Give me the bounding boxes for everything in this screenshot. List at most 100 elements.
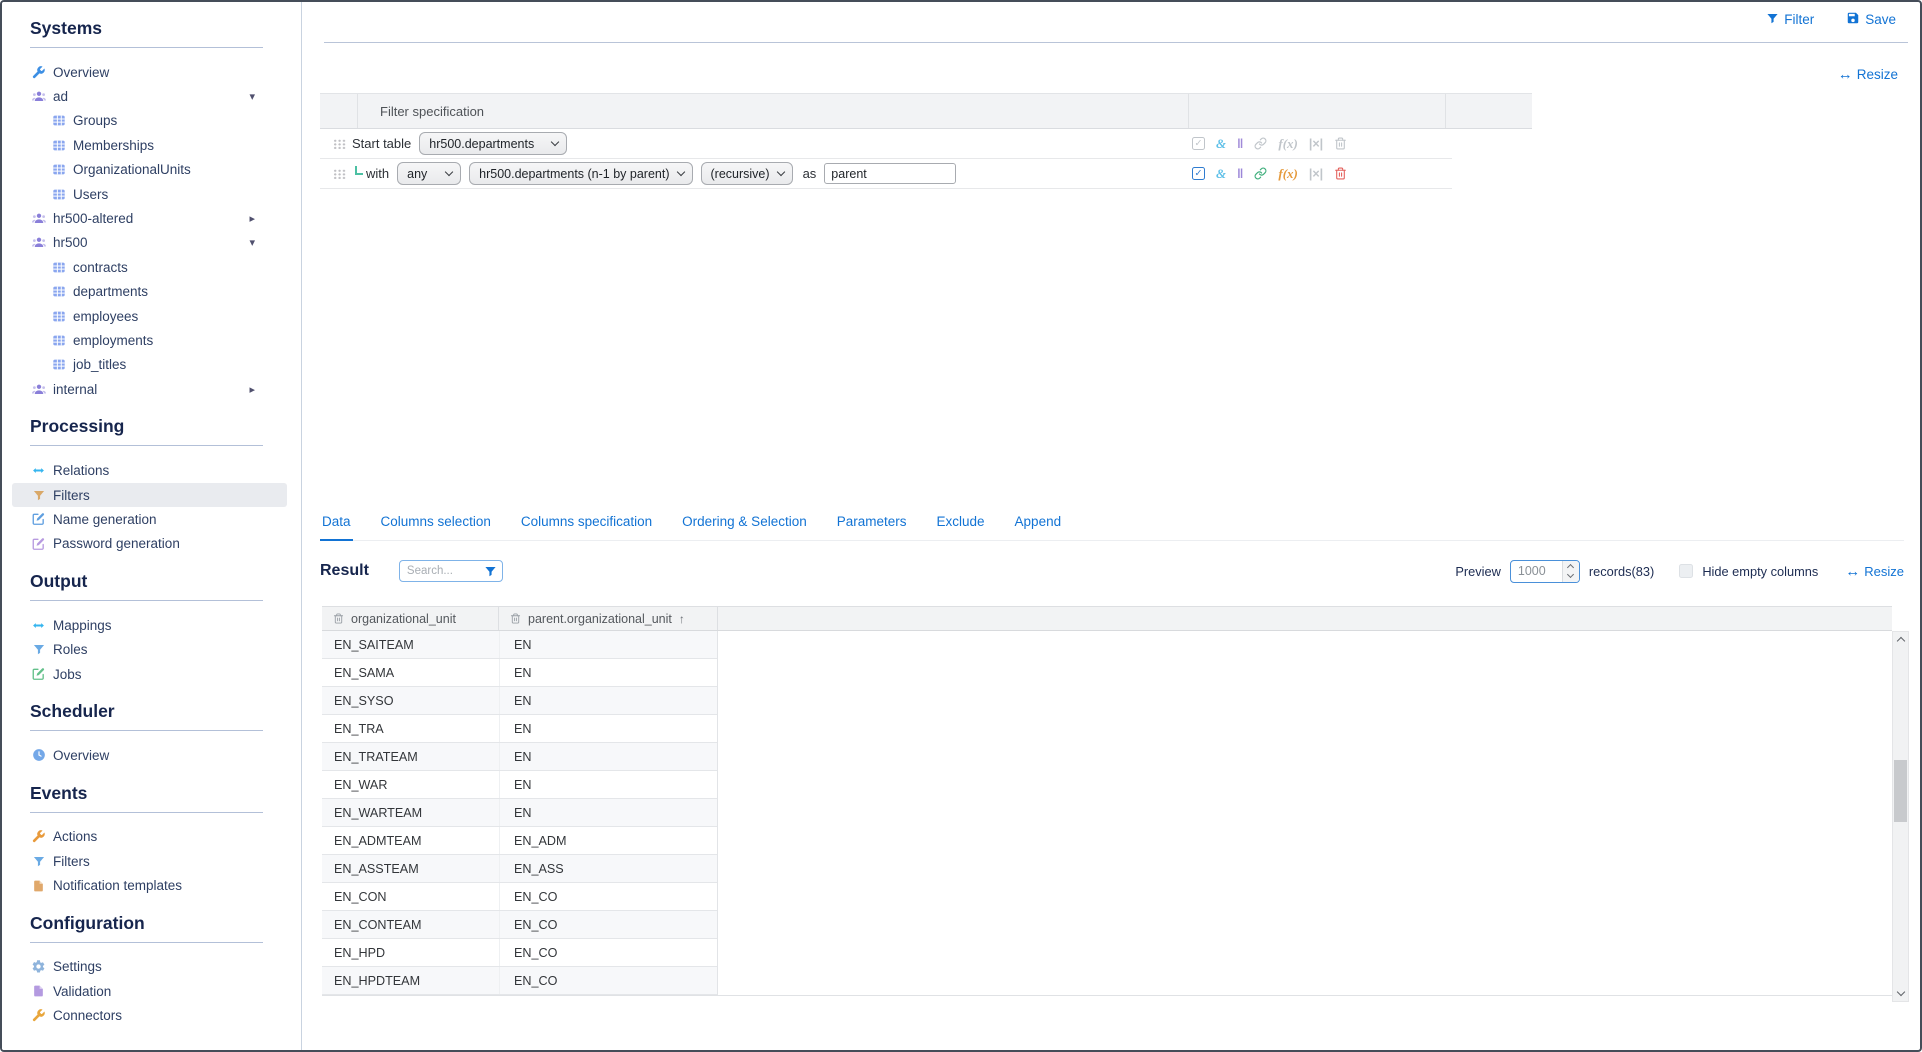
quantifier-select[interactable]: any xyxy=(397,162,461,185)
tab-append[interactable]: Append xyxy=(1013,514,1064,540)
filter-button[interactable]: Filter xyxy=(1766,11,1814,28)
table-row[interactable]: EN_SAITEAMEN xyxy=(322,631,717,659)
sidebar-item-password-generation[interactable]: Password generation xyxy=(2,532,301,556)
sidebar-item-users[interactable]: Users xyxy=(2,182,301,206)
cell-parent-organizational-unit: EN_CO xyxy=(499,883,717,910)
spinner-buttons[interactable] xyxy=(1562,561,1579,582)
spinner-down-icon[interactable] xyxy=(1567,571,1574,578)
sidebar-item-ad[interactable]: ad▾ xyxy=(2,84,301,108)
and-icon[interactable]: & xyxy=(1216,166,1226,182)
parallel-icon[interactable]: ‖ xyxy=(1237,167,1243,181)
alias-input[interactable] xyxy=(824,163,956,184)
table-row[interactable]: EN_TRAEN xyxy=(322,715,717,743)
sidebar-item-connectors[interactable]: Connectors xyxy=(2,1004,301,1028)
caret-right-icon[interactable]: ▸ xyxy=(249,212,255,225)
caret-down-icon[interactable]: ▾ xyxy=(249,90,255,103)
preview-count-field[interactable] xyxy=(1511,564,1553,578)
caret-down-icon[interactable]: ▾ xyxy=(249,236,255,249)
cell-organizational-unit: EN_WAR xyxy=(322,778,499,792)
delete-icon[interactable] xyxy=(1334,137,1347,150)
column-header-parent-organizational-unit[interactable]: parent.organizational_unit↑ xyxy=(499,607,718,630)
delete-column-icon[interactable] xyxy=(510,613,521,624)
table-row[interactable]: EN_CONTEAMEN_CO xyxy=(322,911,717,939)
sidebar-item-notification-templates[interactable]: Notification templates xyxy=(2,873,301,897)
tab-columns-selection[interactable]: Columns selection xyxy=(379,514,493,540)
table-row[interactable]: EN_SAMAEN xyxy=(322,659,717,687)
enabled-checkbox[interactable]: ✓ xyxy=(1192,167,1205,180)
filter-spec-header-label: Filter specification xyxy=(358,94,1188,128)
tab-data[interactable]: Data xyxy=(320,514,353,541)
cell-organizational-unit: EN_SYSO xyxy=(322,694,499,708)
tab-exclude[interactable]: Exclude xyxy=(935,514,987,540)
parallel-icon[interactable]: ‖ xyxy=(1237,137,1243,151)
tab-columns-specification[interactable]: Columns specification xyxy=(519,514,654,540)
funnel-icon xyxy=(30,853,47,870)
save-button[interactable]: Save xyxy=(1846,11,1896,28)
tab-ordering-selection[interactable]: Ordering & Selection xyxy=(680,514,809,540)
sidebar-item-mappings[interactable]: Mappings xyxy=(2,613,301,637)
sidebar-item-hr500-altered[interactable]: hr500-altered▸ xyxy=(2,206,301,230)
table-row[interactable]: EN_HPDTEAMEN_CO xyxy=(322,967,717,995)
mode-select[interactable]: (recursive) xyxy=(701,162,793,185)
cell-parent-organizational-unit: EN xyxy=(499,659,717,686)
sidebar-item-contracts[interactable]: contracts xyxy=(2,255,301,279)
table-row[interactable]: EN_WARTEAMEN xyxy=(322,799,717,827)
resize-button-result[interactable]: ↔ Resize xyxy=(1845,563,1904,580)
exclude-icon[interactable]: |×| xyxy=(1309,167,1323,181)
sidebar-item-employments[interactable]: employments xyxy=(2,328,301,352)
function-icon[interactable]: f(x) xyxy=(1278,136,1298,152)
table-row[interactable]: EN_ASSTEAMEN_ASS xyxy=(322,855,717,883)
table-row[interactable]: EN_HPDEN_CO xyxy=(322,939,717,967)
sidebar-item-jobs[interactable]: Jobs xyxy=(2,662,301,686)
table-row[interactable]: EN_ADMTEAMEN_ADM xyxy=(322,827,717,855)
sidebar-item-job-titles[interactable]: job_titles xyxy=(2,353,301,377)
sidebar-item-hr500[interactable]: hr500▾ xyxy=(2,231,301,255)
table-row[interactable]: EN_CONEN_CO xyxy=(322,883,717,911)
start-table-select[interactable]: hr500.departments xyxy=(419,132,567,155)
sidebar-item-overview[interactable]: Overview xyxy=(2,743,301,767)
sidebar-item-departments[interactable]: departments xyxy=(2,280,301,304)
sidebar-item-relations[interactable]: Relations xyxy=(2,458,301,482)
sidebar-item-validation[interactable]: Validation xyxy=(2,979,301,1003)
sidebar-item-memberships[interactable]: Memberships xyxy=(2,133,301,157)
sidebar-item-settings[interactable]: Settings xyxy=(2,955,301,979)
handle-column-header xyxy=(320,94,358,128)
sidebar-item-employees[interactable]: employees xyxy=(2,304,301,328)
drag-handle-icon[interactable] xyxy=(333,139,346,149)
tab-parameters[interactable]: Parameters xyxy=(835,514,909,540)
column-header-organizational-unit[interactable]: organizational_unit xyxy=(322,607,499,630)
vertical-scrollbar[interactable] xyxy=(1892,631,1909,1002)
table-row[interactable]: EN_SYSOEN xyxy=(322,687,717,715)
hide-empty-checkbox[interactable] xyxy=(1679,564,1693,578)
sidebar-item-filters[interactable]: Filters xyxy=(2,849,301,873)
sidebar-item-actions[interactable]: Actions xyxy=(2,825,301,849)
sidebar-item-name-generation[interactable]: Name generation xyxy=(2,507,301,531)
scroll-down-button[interactable] xyxy=(1893,984,1908,1000)
table-row[interactable]: EN_WAREN xyxy=(322,771,717,799)
search-filter-icon[interactable] xyxy=(484,565,497,578)
exclude-icon[interactable]: |×| xyxy=(1309,137,1323,151)
sidebar-item-filters[interactable]: Filters xyxy=(12,483,287,507)
enabled-checkbox[interactable]: ✓ xyxy=(1192,137,1205,150)
link-icon[interactable] xyxy=(1254,137,1267,150)
gear-icon xyxy=(30,958,47,975)
drag-handle-icon[interactable] xyxy=(333,169,346,179)
sidebar-item-internal[interactable]: internal▸ xyxy=(2,377,301,401)
search-input[interactable] xyxy=(407,565,475,577)
sidebar-item-organizationalunits[interactable]: OrganizationalUnits xyxy=(2,158,301,182)
table-row[interactable]: EN_TRATEAMEN xyxy=(322,743,717,771)
caret-right-icon[interactable]: ▸ xyxy=(249,383,255,396)
scrollbar-thumb[interactable] xyxy=(1894,760,1907,822)
function-icon[interactable]: f(x) xyxy=(1278,166,1298,182)
and-icon[interactable]: & xyxy=(1216,136,1226,152)
scroll-up-button[interactable] xyxy=(1893,633,1908,649)
sidebar-item-overview[interactable]: Overview xyxy=(2,60,301,84)
spinner-up-icon[interactable] xyxy=(1567,564,1574,571)
sidebar-item-groups[interactable]: Groups xyxy=(2,109,301,133)
resize-button-top[interactable]: ↔ Resize xyxy=(1838,66,1898,83)
delete-column-icon[interactable] xyxy=(333,613,344,624)
link-icon[interactable] xyxy=(1254,167,1267,180)
relation-select[interactable]: hr500.departments (n-1 by parent) xyxy=(469,162,692,185)
delete-icon[interactable] xyxy=(1334,167,1347,180)
sidebar-item-roles[interactable]: Roles xyxy=(2,637,301,661)
